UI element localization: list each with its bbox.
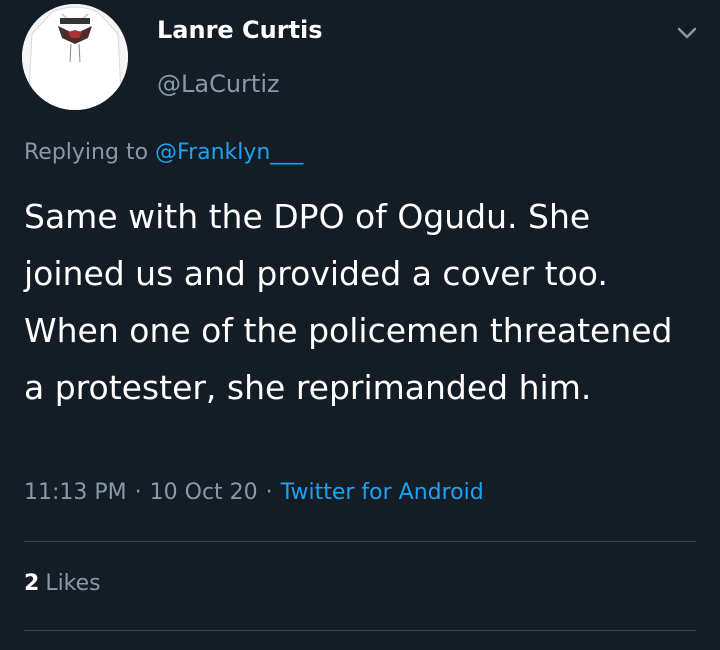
mention-link[interactable]: @Franklyn___ bbox=[155, 140, 303, 165]
meta-separator: · bbox=[265, 480, 273, 505]
tweet-time[interactable]: 11:13 PM bbox=[24, 480, 127, 505]
avatar[interactable] bbox=[22, 4, 128, 110]
divider bbox=[24, 630, 696, 631]
meta-separator: · bbox=[134, 480, 142, 505]
tweet-date[interactable]: 10 Oct 20 bbox=[150, 480, 258, 505]
divider bbox=[24, 541, 696, 542]
likes-stat[interactable]: 2 Likes bbox=[24, 571, 101, 596]
likes-label: Likes bbox=[45, 571, 101, 596]
replying-to: Replying to @Franklyn___ bbox=[24, 140, 303, 165]
likes-count: 2 bbox=[24, 571, 40, 596]
hoodie-image bbox=[22, 4, 128, 110]
display-name[interactable]: Lanre Curtis bbox=[157, 16, 323, 44]
tweet-text: Same with the DPO of Ogudu. She joined u… bbox=[24, 197, 673, 407]
user-handle[interactable]: @LaCurtiz bbox=[157, 70, 280, 98]
tweet-meta: 11:13 PM · 10 Oct 20 · Twitter for Android bbox=[24, 480, 484, 505]
replying-to-label: Replying to bbox=[24, 140, 149, 165]
tweet-source-link[interactable]: Twitter for Android bbox=[281, 480, 484, 505]
chevron-down-icon[interactable] bbox=[672, 18, 702, 48]
